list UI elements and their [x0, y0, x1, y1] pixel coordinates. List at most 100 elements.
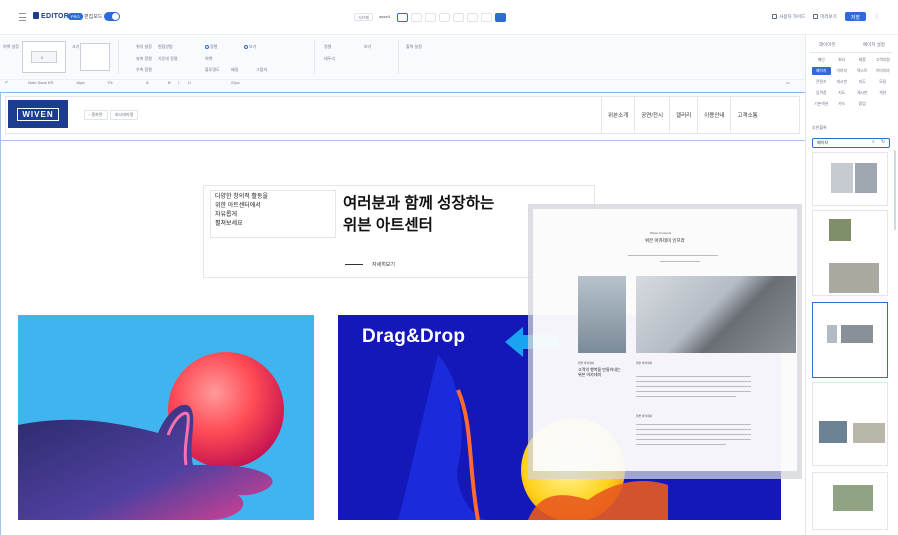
edit-mode-toggle[interactable] — [104, 12, 120, 21]
edit-method-label: 편집방법 — [158, 44, 173, 49]
edit-mode-label: 편집모드 — [84, 14, 103, 20]
letter-spacing-select[interactable]: 22px — [231, 80, 240, 85]
bold-icon[interactable]: B — [168, 80, 171, 85]
border-label[interactable]: 테두리 — [324, 56, 335, 62]
radio-icon[interactable] — [244, 45, 248, 49]
device-tablet-l-button[interactable] — [410, 12, 422, 22]
category-card[interactable]: 카드 — [833, 100, 852, 108]
template-thumb-1[interactable] — [812, 152, 888, 206]
preview-image-wide — [636, 276, 796, 353]
save-button[interactable]: 저장 — [844, 12, 866, 21]
preview-text-line — [636, 439, 751, 440]
thumb-image — [829, 219, 851, 241]
thumb-image — [819, 421, 847, 443]
category-image[interactable]: 이미지 — [833, 67, 852, 75]
font-size-select[interactable]: 16px — [76, 80, 85, 85]
device-tablet-button[interactable] — [424, 12, 436, 22]
category-modal[interactable]: 모달 — [874, 78, 893, 86]
underline-icon[interactable]: U — [188, 80, 191, 85]
template-thumb-2[interactable] — [812, 210, 888, 296]
category-form[interactable]: 입력폼 — [812, 89, 831, 97]
more-line-icon — [345, 264, 363, 265]
toolbar-divider — [398, 40, 399, 74]
thumb-image — [827, 325, 837, 343]
preview-label: 미리보기 — [820, 13, 837, 19]
hand-sphere-illustration — [18, 352, 284, 520]
more-link[interactable]: 자세히보기 — [372, 261, 395, 268]
category-board[interactable]: 게시판 — [833, 78, 852, 86]
category-basic-section[interactable]: 기본섹션 — [812, 100, 831, 108]
text-color-icon[interactable]: A — [146, 80, 149, 85]
nav-item-support[interactable]: 고객소통 — [730, 96, 763, 134]
preview-link[interactable]: 미리보기 — [813, 14, 837, 20]
device-mobile-s-button[interactable] — [480, 12, 492, 22]
collapse-icon[interactable]: ▭ — [786, 80, 790, 85]
category-popup[interactable]: 팝업 — [853, 100, 872, 108]
tab-page-settings[interactable]: 페이지 설정 — [863, 42, 885, 48]
radio-icon[interactable] — [205, 45, 209, 49]
thumb-image — [855, 163, 877, 193]
category-text[interactable]: 텍스트 — [853, 67, 872, 75]
page-label: 서브페 — [354, 13, 374, 21]
line-height-select[interactable]: Px — [108, 80, 113, 85]
nav-item-about[interactable]: 위븐소개 — [601, 96, 634, 134]
panel-scrollbar[interactable] — [894, 150, 896, 230]
spacing-label[interactable]: 여백 — [205, 56, 212, 62]
category-image-bar[interactable]: 이미지바 — [874, 67, 893, 75]
thumb-image — [833, 485, 873, 511]
align-center-label[interactable]: 가운데 정렬 — [158, 56, 178, 62]
category-section[interactable]: 섹션 — [874, 89, 893, 97]
breadcrumb-home[interactable]: ‹ 홈화면 — [84, 110, 108, 120]
undo-icon[interactable]: ↶ — [5, 80, 8, 85]
template-thumb-5[interactable] — [812, 472, 888, 530]
shadow-label[interactable]: 그림자 — [256, 67, 267, 73]
preview-text-line — [660, 261, 700, 262]
device-desktop-button[interactable] — [494, 12, 506, 22]
nav-item-gallery[interactable]: 갤러리 — [669, 96, 697, 134]
device-switcher: 서브페 asset1 — [354, 12, 506, 22]
box-model-editor[interactable] — [22, 41, 66, 73]
device-tablet-s-button[interactable] — [438, 12, 450, 22]
page-name[interactable]: asset1 — [376, 13, 394, 21]
search-icon[interactable]: ⌕ — [872, 139, 875, 145]
preview-text-line — [636, 424, 751, 425]
background-label[interactable]: 배경 — [231, 67, 238, 73]
menu-icon[interactable] — [19, 13, 26, 21]
category-content[interactable]: 콘텐츠 — [812, 78, 831, 86]
category-product[interactable]: 제품 — [853, 56, 872, 64]
site-logo[interactable]: WIVEN — [8, 100, 68, 128]
more-icon[interactable]: ⋮ — [874, 13, 880, 20]
nav-item-guide[interactable]: 이용안내 — [697, 96, 730, 134]
preview-text-line — [636, 376, 751, 377]
hand-sphere-image[interactable] — [18, 315, 314, 520]
box-model-inner[interactable] — [31, 51, 57, 63]
view-option-label[interactable]: 보기 — [364, 44, 371, 50]
device-mobile-button[interactable] — [466, 12, 478, 22]
category-company[interactable]: 회사 — [833, 56, 852, 64]
block-search-input[interactable]: 페이지 — [812, 138, 890, 148]
category-map-2[interactable]: 지도 — [833, 89, 852, 97]
category-map[interactable]: 지도 — [853, 78, 872, 86]
italic-icon[interactable]: I — [178, 80, 179, 85]
device-pc-wide-button[interactable] — [396, 12, 408, 22]
nav-item-shows[interactable]: 공연/전시 — [634, 96, 669, 134]
breadcrumb-theme[interactable]: 회사테마명 — [110, 110, 139, 120]
output-label[interactable]: 출력 설정 — [406, 44, 422, 50]
refresh-icon[interactable]: ↻ — [881, 139, 885, 145]
template-thumb-3[interactable] — [812, 302, 888, 378]
user-guide-link[interactable]: 사용자 가이드 — [772, 14, 805, 20]
category-main[interactable]: 메인 — [812, 56, 831, 64]
category-board-2[interactable]: 게시판 — [853, 89, 872, 97]
align-right-label[interactable]: 우측 정렬 — [136, 67, 152, 73]
sort-label[interactable]: 정렬 — [324, 44, 331, 50]
opacity-label[interactable]: 불투명도 — [205, 67, 220, 73]
category-support[interactable]: 고객지원 — [874, 56, 893, 64]
align-left-label[interactable]: 좌측 정렬 — [136, 56, 152, 62]
device-mobile-l-button[interactable] — [452, 12, 464, 22]
preview-small-3: 위븐 아카데미 — [636, 414, 653, 418]
template-thumb-4[interactable] — [812, 382, 888, 466]
position-editor[interactable] — [80, 43, 110, 71]
category-page[interactable]: 페이지 — [812, 67, 831, 75]
tab-layout[interactable]: 레이아웃 — [819, 42, 836, 48]
font-family-select[interactable]: Noto Sans KR — [28, 80, 53, 85]
